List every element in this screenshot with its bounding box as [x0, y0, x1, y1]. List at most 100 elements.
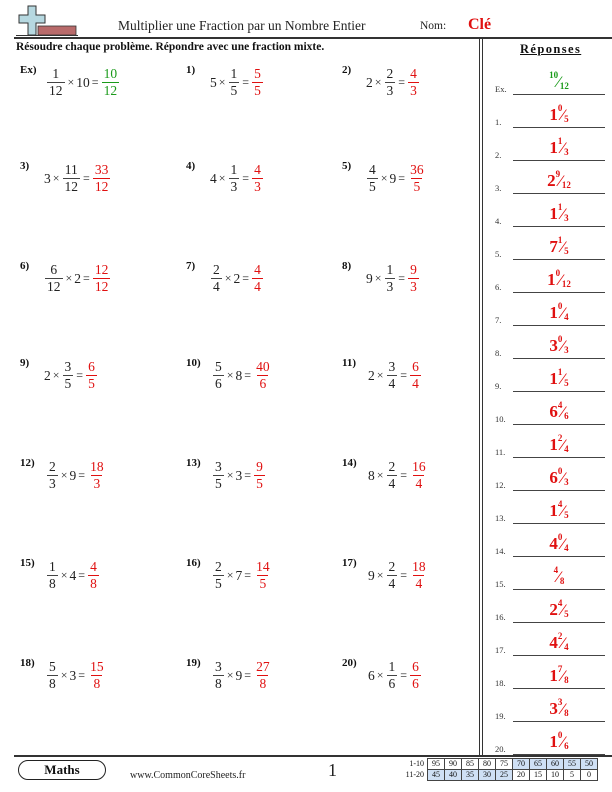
answer-column-divider: [479, 39, 483, 755]
whole-number: 9: [366, 270, 373, 286]
answer-numerator: 0: [557, 301, 563, 311]
numerator: 9: [410, 262, 417, 277]
numerator: 9: [256, 459, 263, 474]
score-cell: 15: [529, 769, 547, 781]
score-cell: 5: [563, 769, 581, 781]
equals-sign: =: [400, 568, 408, 582]
denominator: 12: [45, 278, 63, 294]
site-url: www.CommonCoreSheets.fr: [130, 770, 246, 781]
answer-whole: 1: [549, 369, 558, 388]
denominator: 4: [252, 278, 263, 294]
whole-number: 2: [366, 74, 373, 90]
answer-numerator: 2: [557, 433, 563, 443]
answer-value: 60⁄3: [513, 466, 605, 488]
numerator: 4: [369, 162, 376, 177]
fraction: 35: [213, 459, 224, 492]
problem-number: 3): [20, 160, 30, 172]
answer-numerator: 1: [557, 202, 563, 212]
numerator: 14: [256, 559, 270, 574]
whole-number: 3: [69, 667, 77, 683]
numerator: 1: [386, 262, 394, 277]
fraction: 25: [213, 559, 224, 592]
answer-whole: 1: [549, 303, 558, 322]
numerator: 2: [388, 559, 396, 574]
problem-expression: 1 8 × 4 = 4 8: [46, 559, 100, 592]
problem-number: 2): [342, 64, 352, 76]
problem-number: 17): [342, 557, 357, 569]
score-cell: 95: [427, 758, 445, 770]
answer-number: 15.: [495, 579, 506, 589]
answer-numerator: 1: [557, 136, 563, 146]
subject-badge: Maths: [18, 760, 106, 780]
problem-expression: 3 8 × 9 = 27 8: [212, 659, 273, 692]
answer-value: 10⁄12: [513, 268, 605, 290]
denominator: 5: [252, 82, 263, 98]
denominator: 5: [254, 475, 265, 491]
header-divider: [14, 37, 612, 39]
answer-key-row: 17. 42⁄4: [493, 623, 605, 656]
problem-number: 7): [186, 260, 196, 272]
answer-number: 20.: [495, 744, 506, 754]
denominator: 4: [410, 375, 421, 391]
denominator: 6: [410, 675, 421, 691]
score-cell: 65: [529, 758, 547, 770]
denominator: 12: [92, 178, 111, 194]
instructions: Résoudre chaque problème. Répondre avec …: [16, 41, 325, 53]
equals-sign: =: [83, 171, 90, 185]
whole-number: 10: [76, 74, 90, 90]
result-fraction: 14 5: [254, 559, 272, 592]
problem-number: 20): [342, 657, 357, 669]
equals-sign: =: [76, 368, 84, 382]
problem-expression: 2 × 3 5 = 6 5: [44, 359, 98, 392]
fraction: 13: [384, 262, 396, 295]
denominator: 5: [257, 575, 269, 591]
answer-value: 10⁄12: [513, 70, 605, 92]
numerator: 6: [412, 359, 419, 374]
denominator: 8: [88, 575, 99, 591]
equals-sign: =: [244, 568, 252, 582]
answers-title: Réponses: [520, 42, 582, 56]
fraction: 11 12: [62, 162, 81, 195]
denominator: 6: [213, 375, 224, 391]
whole-number: 9: [368, 567, 375, 583]
numerator: 12: [94, 262, 109, 277]
answer-key-row: 6. 10⁄12: [493, 260, 605, 293]
answer-numerator: 4: [553, 565, 559, 575]
answer-value: 10⁄6: [513, 730, 605, 752]
answer-whole: 7: [549, 237, 558, 256]
times-sign: ×: [376, 568, 384, 582]
numerator: 5: [254, 66, 261, 81]
answer-number: 2.: [495, 150, 502, 160]
result-fraction: 33 12: [92, 162, 111, 195]
answer-value: 64⁄6: [513, 400, 605, 422]
whole-number: 2: [368, 367, 375, 383]
result-fraction: 40 6: [254, 359, 272, 392]
numerator: 6: [412, 659, 419, 674]
equals-sign: =: [398, 271, 406, 285]
numerator: 3: [215, 659, 222, 674]
denominator: 5: [213, 575, 224, 591]
result-fraction: 64: [410, 359, 421, 392]
problem-number: 1): [186, 64, 196, 76]
numerator: 1: [52, 66, 60, 81]
whole-number: 8: [368, 467, 375, 483]
denominator: 8: [47, 675, 58, 691]
equals-sign: =: [400, 668, 408, 682]
answer-value: 10⁄5: [513, 103, 605, 125]
problem-expression: 2 × 3 4 = 6 4: [368, 359, 422, 392]
answer-numerator: 4: [557, 400, 563, 410]
answer-number: 13.: [495, 513, 506, 523]
fraction: 35: [62, 359, 74, 392]
fraction: 23: [47, 459, 58, 492]
answer-whole: 1: [549, 666, 558, 685]
result-fraction: 43: [408, 66, 419, 99]
whole-number: 9: [69, 467, 77, 483]
times-sign: ×: [52, 368, 60, 382]
score-row: 11-20 45 40 35 30 25 20 15 10 5 0: [395, 769, 598, 781]
times-sign: ×: [376, 668, 384, 682]
result-fraction: 65: [86, 359, 97, 392]
numerator: 6: [88, 359, 95, 374]
fraction: 1 12: [47, 66, 65, 99]
answer-number: 6.: [495, 282, 502, 292]
problem-number: 5): [342, 160, 352, 172]
